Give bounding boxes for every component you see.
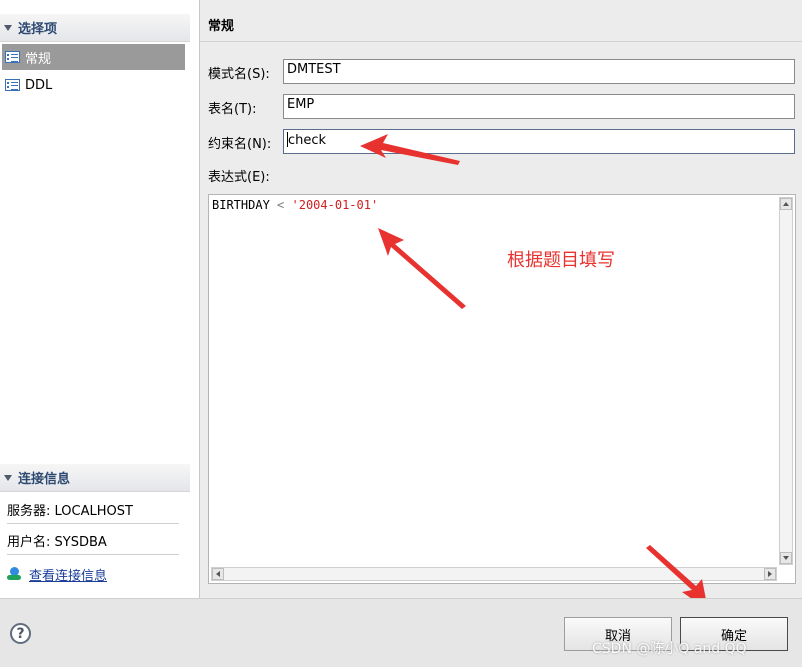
left-pane: 选择项 常规 DDL 连接信息 服务器: LOCALHOST 用户名: SYSD… [0, 0, 200, 598]
scroll-up-button[interactable] [780, 198, 792, 210]
table-input[interactable]: EMP [283, 94, 795, 119]
table-label: 表名(T): [208, 102, 257, 117]
list-icon [5, 51, 20, 63]
annotation-text: 根据题目填写 [507, 250, 615, 271]
page-title: 常规 [200, 8, 802, 42]
view-connection-link[interactable]: 查看连接信息 [29, 565, 107, 584]
scroll-left-button[interactable] [212, 568, 224, 580]
expression-text: BIRTHDAY < '2004-01-01' [212, 198, 378, 212]
view-connection-info[interactable]: 查看连接信息 [7, 560, 179, 588]
schema-input[interactable]: DMTEST [283, 59, 795, 84]
expression-label: 表达式(E): [208, 170, 270, 185]
options-section-header[interactable]: 选择项 [0, 14, 190, 42]
scroll-down-button[interactable] [780, 552, 792, 564]
vertical-scrollbar[interactable] [779, 197, 793, 565]
connection-section-header[interactable]: 连接信息 [0, 464, 190, 492]
list-icon [5, 79, 20, 91]
server-info: 服务器: LOCALHOST [7, 496, 179, 524]
user-info: 用户名: SYSDBA [7, 527, 179, 555]
collapse-triangle-icon[interactable] [4, 474, 12, 481]
options-section-title: 选择项 [18, 22, 58, 37]
arrow-left-icon [216, 571, 220, 577]
horizontal-scrollbar[interactable] [211, 567, 777, 581]
constraint-input[interactable]: check [283, 129, 795, 154]
connection-section-title: 连接信息 [18, 472, 71, 487]
right-pane: 常规 模式名(S): DMTEST 表名(T): EMP 约束名(N): che… [200, 0, 802, 598]
connection-icon [7, 566, 23, 582]
user-text: 用户名: SYSDBA [7, 535, 107, 550]
sidebar-item-ddl[interactable]: DDL [2, 72, 185, 98]
arrow-up-icon [783, 202, 789, 206]
sidebar-item-label: DDL [25, 77, 53, 93]
arrow-right-icon [768, 571, 772, 577]
constraint-label: 约束名(N): [208, 137, 272, 152]
sidebar-item-general[interactable]: 常规 [2, 44, 185, 70]
expression-column: BIRTHDAY [212, 198, 270, 212]
expression-literal: '2004-01-01' [291, 198, 379, 212]
expression-operator: < [277, 198, 285, 212]
sidebar-item-label: 常规 [25, 51, 52, 67]
schema-label: 模式名(S): [208, 67, 270, 82]
scroll-right-button[interactable] [764, 568, 776, 580]
constraint-value: check [288, 133, 327, 148]
watermark: CSDN @陈小Q and QQ [592, 641, 747, 657]
server-text: 服务器: LOCALHOST [7, 504, 133, 519]
collapse-triangle-icon[interactable] [4, 24, 12, 31]
help-button[interactable]: ? [10, 623, 31, 644]
arrow-down-icon [783, 556, 789, 560]
expression-editor[interactable]: BIRTHDAY < '2004-01-01' [208, 194, 796, 584]
